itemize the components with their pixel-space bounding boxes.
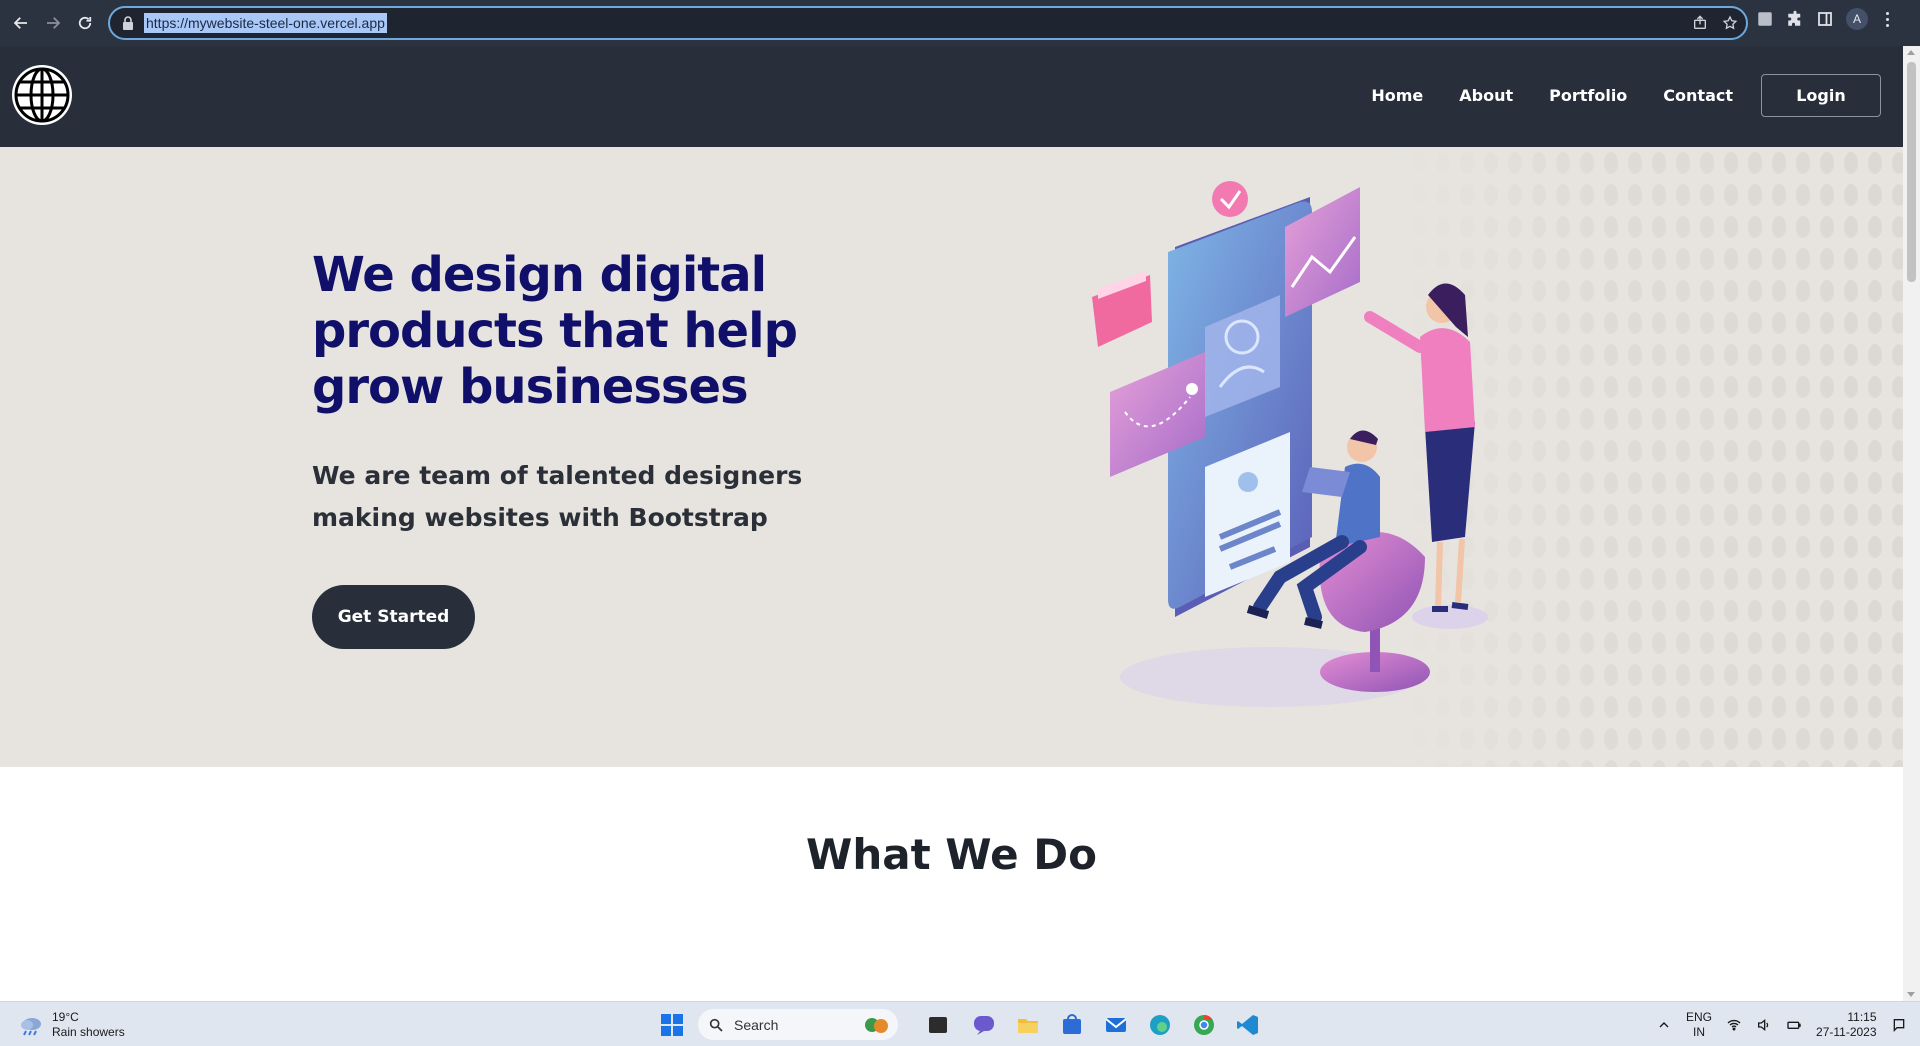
region-code: IN [1693,1025,1705,1039]
taskbar-app-terminal[interactable] [924,1011,952,1039]
taskbar-app-widget[interactable] [862,1011,890,1039]
profile-avatar[interactable]: A [1846,8,1868,30]
battery-icon[interactable] [1786,1017,1802,1033]
language-code: ENG [1686,1010,1713,1024]
hero-title: We design digital products that help gro… [312,247,798,415]
mail-icon [1105,1018,1127,1032]
search-placeholder: Search [734,1016,779,1033]
globe-logo-icon[interactable] [11,64,73,126]
address-bar[interactable]: https://mywebsite-steel-one.vercel.app [108,6,1748,40]
windows-start-icon[interactable] [661,1014,683,1036]
volume-icon[interactable] [1756,1017,1772,1033]
windows-taskbar: 19°C Rain showers Search ENG IN 11:15 27… [0,1001,1920,1046]
taskbar-app-explorer[interactable] [1014,1011,1042,1039]
scroll-up-icon[interactable] [1907,50,1915,55]
browser-toolbar: https://mywebsite-steel-one.vercel.app A [0,0,1920,46]
page-scrollbar[interactable] [1903,46,1920,1001]
chat-icon [974,1016,994,1035]
forward-button[interactable] [37,7,69,39]
nav-about-link[interactable]: About [1459,86,1513,105]
lock-icon [123,16,133,30]
weather-temperature: 19°C [52,1010,79,1024]
nav-contact-link[interactable]: Contact [1663,86,1733,105]
terminal-icon [929,1017,947,1033]
language-indicator[interactable]: ENG IN [1686,1010,1712,1040]
hero-subtitle: We are team of talented designers making… [312,461,803,532]
hero-section: We design digital products that help gro… [0,147,1903,767]
back-arrow-icon [13,17,27,29]
vscode-icon [1237,1015,1258,1035]
login-button[interactable]: Login [1761,74,1881,117]
weather-description: Rain showers [52,1025,125,1039]
system-clock[interactable]: 11:15 27-11-2023 [1816,1010,1877,1040]
folder-icon [1018,1019,1038,1033]
chevron-up-icon[interactable] [1656,1017,1672,1033]
clock-date: 27-11-2023 [1816,1025,1877,1039]
rain-cloud-icon [21,1018,41,1036]
taskbar-app-vscode[interactable] [1234,1011,1262,1039]
side-panel-icon[interactable] [1816,10,1834,28]
wifi-icon[interactable] [1726,1017,1742,1033]
bookmark-star-icon[interactable] [1722,15,1738,31]
extensions-puzzle-icon[interactable] [1786,10,1804,28]
extension-square-icon[interactable] [1756,10,1774,28]
get-started-button[interactable]: Get Started [312,585,475,649]
taskbar-app-store[interactable] [1058,1011,1086,1039]
taskbar-app-chrome[interactable] [1190,1011,1218,1039]
forward-arrow-icon [47,17,61,29]
reload-icon [78,16,92,30]
clock-time: 11:15 [1847,1010,1877,1024]
back-button[interactable] [5,7,37,39]
taskbar-app-chat[interactable] [970,1011,998,1039]
weather-widget[interactable]: 19°C Rain showers [18,1010,125,1040]
edge-browser-icon [1150,1015,1170,1035]
chrome-browser-icon [1194,1014,1214,1035]
site-navbar: Home About Portfolio Contact Login [0,46,1903,147]
what-we-do-heading: What We Do [806,830,1097,879]
reload-button[interactable] [69,7,101,39]
store-icon [1063,1014,1081,1034]
share-icon[interactable] [1692,15,1708,31]
notification-icon[interactable] [1891,1017,1907,1033]
browser-menu-icon[interactable] [1880,10,1894,28]
hero-illustration [1092,181,1488,707]
nav-home-link[interactable]: Home [1371,86,1423,105]
scroll-down-icon[interactable] [1907,992,1915,997]
colorful-app-icon [865,1018,888,1033]
taskbar-app-mail[interactable] [1102,1011,1130,1039]
search-icon [709,1018,723,1032]
nav-portfolio-link[interactable]: Portfolio [1549,86,1627,105]
scrollbar-thumb[interactable] [1907,62,1916,282]
taskbar-app-edge[interactable] [1146,1011,1174,1039]
url-text[interactable]: https://mywebsite-steel-one.vercel.app [144,13,387,33]
